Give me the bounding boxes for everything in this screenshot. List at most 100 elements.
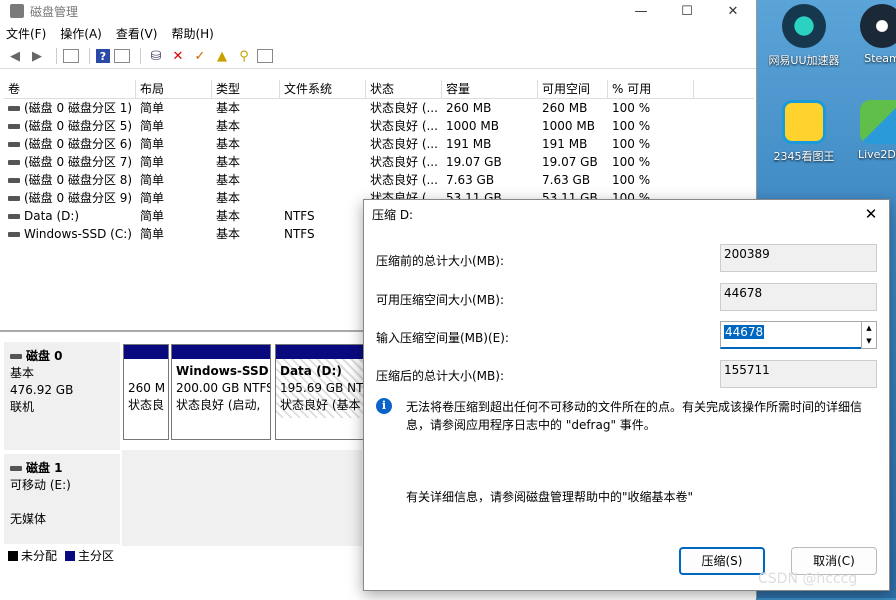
col-status[interactable]: 状态 (366, 80, 442, 98)
cell-free: 191 MB (542, 137, 588, 151)
table-row[interactable]: (磁盘 0 磁盘分区 1) 简单 基本 状态良好 (... 260 MB 260 MB 10… (4, 99, 754, 117)
desktop-icon-label: 2345看图王 (773, 150, 835, 163)
col-capacity[interactable]: 容量 (442, 80, 538, 98)
table-row[interactable]: (磁盘 0 磁盘分区 7) 简单 基本 状态良好 (... 19.07 GB 19.07 … (4, 153, 754, 171)
up-folder-icon[interactable]: ▲ (213, 47, 231, 65)
partition-name: Data (D:) (280, 364, 342, 378)
properties-icon[interactable] (114, 49, 130, 63)
partition-bar (276, 345, 364, 359)
available-label: 可用压缩空间大小(MB): (376, 293, 504, 307)
cell-status: 状态良好 (... (370, 101, 438, 115)
spin-down-icon[interactable]: ▼ (862, 335, 876, 348)
cell-volume: (磁盘 0 磁盘分区 5) (24, 119, 133, 133)
cell-volume: (磁盘 0 磁盘分区 8) (24, 173, 133, 187)
menu-view[interactable]: 查看(V) (116, 25, 158, 42)
cell-capacity: 19.07 GB (446, 155, 502, 169)
cell-type: 基本 (216, 101, 241, 115)
help-icon[interactable]: ? (96, 49, 110, 63)
available-value: 44678 (720, 283, 877, 311)
live2d-icon (860, 100, 896, 144)
window-title: 磁盘管理 (30, 4, 79, 19)
check-icon[interactable]: ✓ (191, 47, 209, 65)
close-button[interactable]: ✕ (710, 0, 756, 22)
cell-type: 基本 (216, 119, 241, 133)
col-type[interactable]: 类型 (212, 80, 280, 98)
cell-filesystem (280, 99, 366, 117)
desktop-icon-live2d[interactable]: Live2DVi (846, 100, 896, 161)
partition-bar (172, 345, 270, 359)
watermark: CSDN @hcccg (758, 571, 858, 587)
partition-size: 195.69 GB NTFS (280, 381, 364, 395)
cell-status: 状态良好 (... (370, 173, 438, 187)
col-percent-free[interactable]: % 可用 (608, 80, 694, 98)
cell-capacity: 191 MB (446, 137, 492, 151)
table-row[interactable]: (磁盘 0 磁盘分区 8) 简单 基本 状态良好 (... 7.63 GB 7.63 GB… (4, 171, 754, 189)
shrink-amount-input[interactable]: 44678 (720, 321, 862, 349)
disk-status: 无媒体 (10, 512, 47, 526)
cell-status: 状态良好 (... (370, 119, 438, 133)
menu-action[interactable]: 操作(A) (60, 25, 102, 42)
disk-name: 磁盘 1 (26, 461, 63, 475)
table-row[interactable]: (磁盘 0 磁盘分区 6) 简单 基本 状态良好 (... 191 MB 191 MB 10… (4, 135, 754, 153)
delete-icon[interactable]: ✕ (169, 47, 187, 65)
console-tree-icon[interactable] (63, 49, 79, 63)
partition-size: 200.00 GB NTFS (176, 381, 271, 395)
cell-filesystem (280, 189, 366, 207)
partition-name: Windows-SSD (176, 364, 269, 378)
drive-icon (8, 232, 20, 237)
disk-0-info[interactable]: 磁盘 0 基本 476.92 GB 联机 (4, 342, 120, 450)
partition-block[interactable]: 260 M 状态良 (123, 344, 169, 440)
desktop-icon-label: Steam (864, 52, 896, 65)
minimize-button[interactable]: — (618, 0, 664, 22)
spin-up-icon[interactable]: ▲ (862, 322, 876, 335)
maximize-button[interactable]: ☐ (664, 0, 710, 22)
steam-icon (860, 4, 896, 48)
desktop-icon-uu[interactable]: 网易UU加速器 (768, 4, 840, 68)
col-layout[interactable]: 布局 (136, 80, 212, 98)
desktop-icon-2345[interactable]: 2345看图王 (768, 100, 840, 164)
info-text: 无法将卷压缩到超出任何不可移动的文件所在的点。有关完成该操作所需时间的详细信息，… (406, 400, 863, 432)
menu-file[interactable]: 文件(F) (6, 25, 46, 42)
drive-icon (8, 214, 20, 219)
cell-filesystem (280, 153, 366, 171)
col-volume[interactable]: 卷 (4, 80, 136, 98)
connect-drive-icon[interactable]: ⛁ (147, 47, 165, 65)
search-icon[interactable]: ⚲ (235, 47, 253, 65)
back-icon[interactable]: ◀ (6, 47, 24, 65)
table-row[interactable]: (磁盘 0 磁盘分区 5) 简单 基本 状态良好 (... 1000 MB 1000 MB… (4, 117, 754, 135)
total-after-value: 155711 (720, 360, 877, 388)
dialog-close-icon[interactable]: ✕ (861, 204, 881, 224)
disk-size: 476.92 GB (10, 383, 74, 397)
desktop-icon-steam[interactable]: Steam (846, 4, 896, 65)
col-free-space[interactable]: 可用空间 (538, 80, 608, 98)
disk-management-icon (10, 4, 24, 18)
cell-layout: 简单 (140, 191, 165, 205)
legend: 未分配 主分区 (8, 547, 114, 564)
cell-layout: 简单 (140, 155, 165, 169)
disk-name: 磁盘 0 (26, 349, 63, 363)
cell-filesystem (280, 171, 366, 189)
forward-icon[interactable]: ▶ (28, 47, 46, 65)
cell-layout: 简单 (140, 227, 165, 241)
disk-1-info[interactable]: 磁盘 1 可移动 (E:) 无媒体 (4, 454, 120, 544)
title-bar: 磁盘管理 — ☐ ✕ (0, 0, 756, 22)
desktop-icon-label: 网易UU加速器 (768, 54, 840, 67)
shrink-amount-spinner[interactable]: ▲ ▼ (861, 321, 877, 349)
shrink-button[interactable]: 压缩(S) (679, 547, 765, 575)
col-filesystem[interactable]: 文件系统 (280, 80, 366, 98)
cell-volume: (磁盘 0 磁盘分区 9) (24, 191, 133, 205)
partition-bar (124, 345, 168, 359)
disk-icon (10, 466, 22, 471)
partition-block-selected[interactable]: Data (D:) 195.69 GB NTFS 状态良好 (基本 (275, 344, 365, 440)
partition-block[interactable]: Windows-SSD 200.00 GB NTFS 状态良好 (启动, (171, 344, 271, 440)
cell-free: 7.63 GB (542, 173, 591, 187)
list-icon[interactable] (257, 49, 273, 63)
total-after-label: 压缩后的总计大小(MB): (376, 369, 504, 383)
disk-icon (10, 354, 22, 359)
menu-help[interactable]: 帮助(H) (171, 25, 213, 42)
partition-status: 状态良好 (基本 (280, 398, 361, 412)
cell-percent: 100 % (612, 137, 651, 151)
drive-icon (8, 196, 20, 201)
cell-layout: 简单 (140, 119, 165, 133)
volume-list-header: 卷 布局 类型 文件系统 状态 容量 可用空间 % 可用 (4, 80, 754, 99)
